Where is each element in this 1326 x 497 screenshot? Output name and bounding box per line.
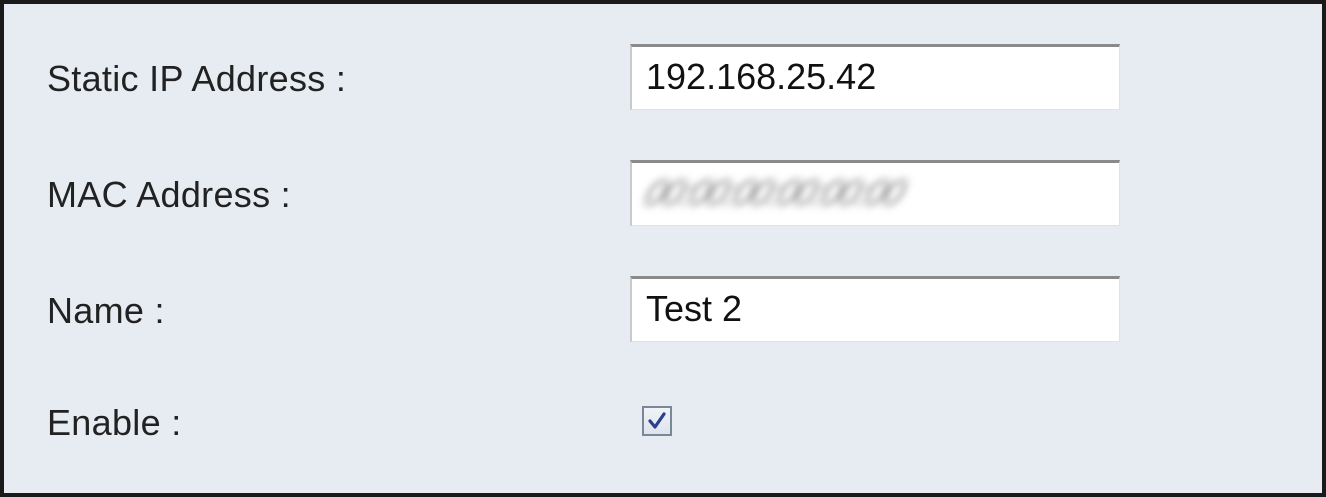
name-row: Name : Test 2 <box>4 276 1322 346</box>
mac-address-value-blurred: 00:00:00:00:00:00 <box>639 172 910 213</box>
mac-address-row: MAC Address : 00:00:00:00:00:00 <box>4 160 1322 230</box>
enable-label: Enable : <box>47 402 182 443</box>
enable-checkbox[interactable] <box>642 406 672 436</box>
checkmark-icon <box>648 412 666 429</box>
static-ip-input[interactable]: 192.168.25.42 <box>630 44 1120 110</box>
dhcp-reservation-form: Static IP Address : 192.168.25.42 MAC Ad… <box>0 0 1326 497</box>
name-label: Name : <box>47 290 165 331</box>
name-input[interactable]: Test 2 <box>630 276 1120 342</box>
static-ip-row: Static IP Address : 192.168.25.42 <box>4 44 1322 114</box>
mac-address-input[interactable]: 00:00:00:00:00:00 <box>630 160 1120 226</box>
static-ip-value: 192.168.25.42 <box>646 56 877 97</box>
name-value: Test 2 <box>646 288 743 329</box>
enable-row: Enable : <box>4 388 1322 458</box>
mac-address-label: MAC Address : <box>47 174 291 215</box>
static-ip-label: Static IP Address : <box>47 58 347 99</box>
